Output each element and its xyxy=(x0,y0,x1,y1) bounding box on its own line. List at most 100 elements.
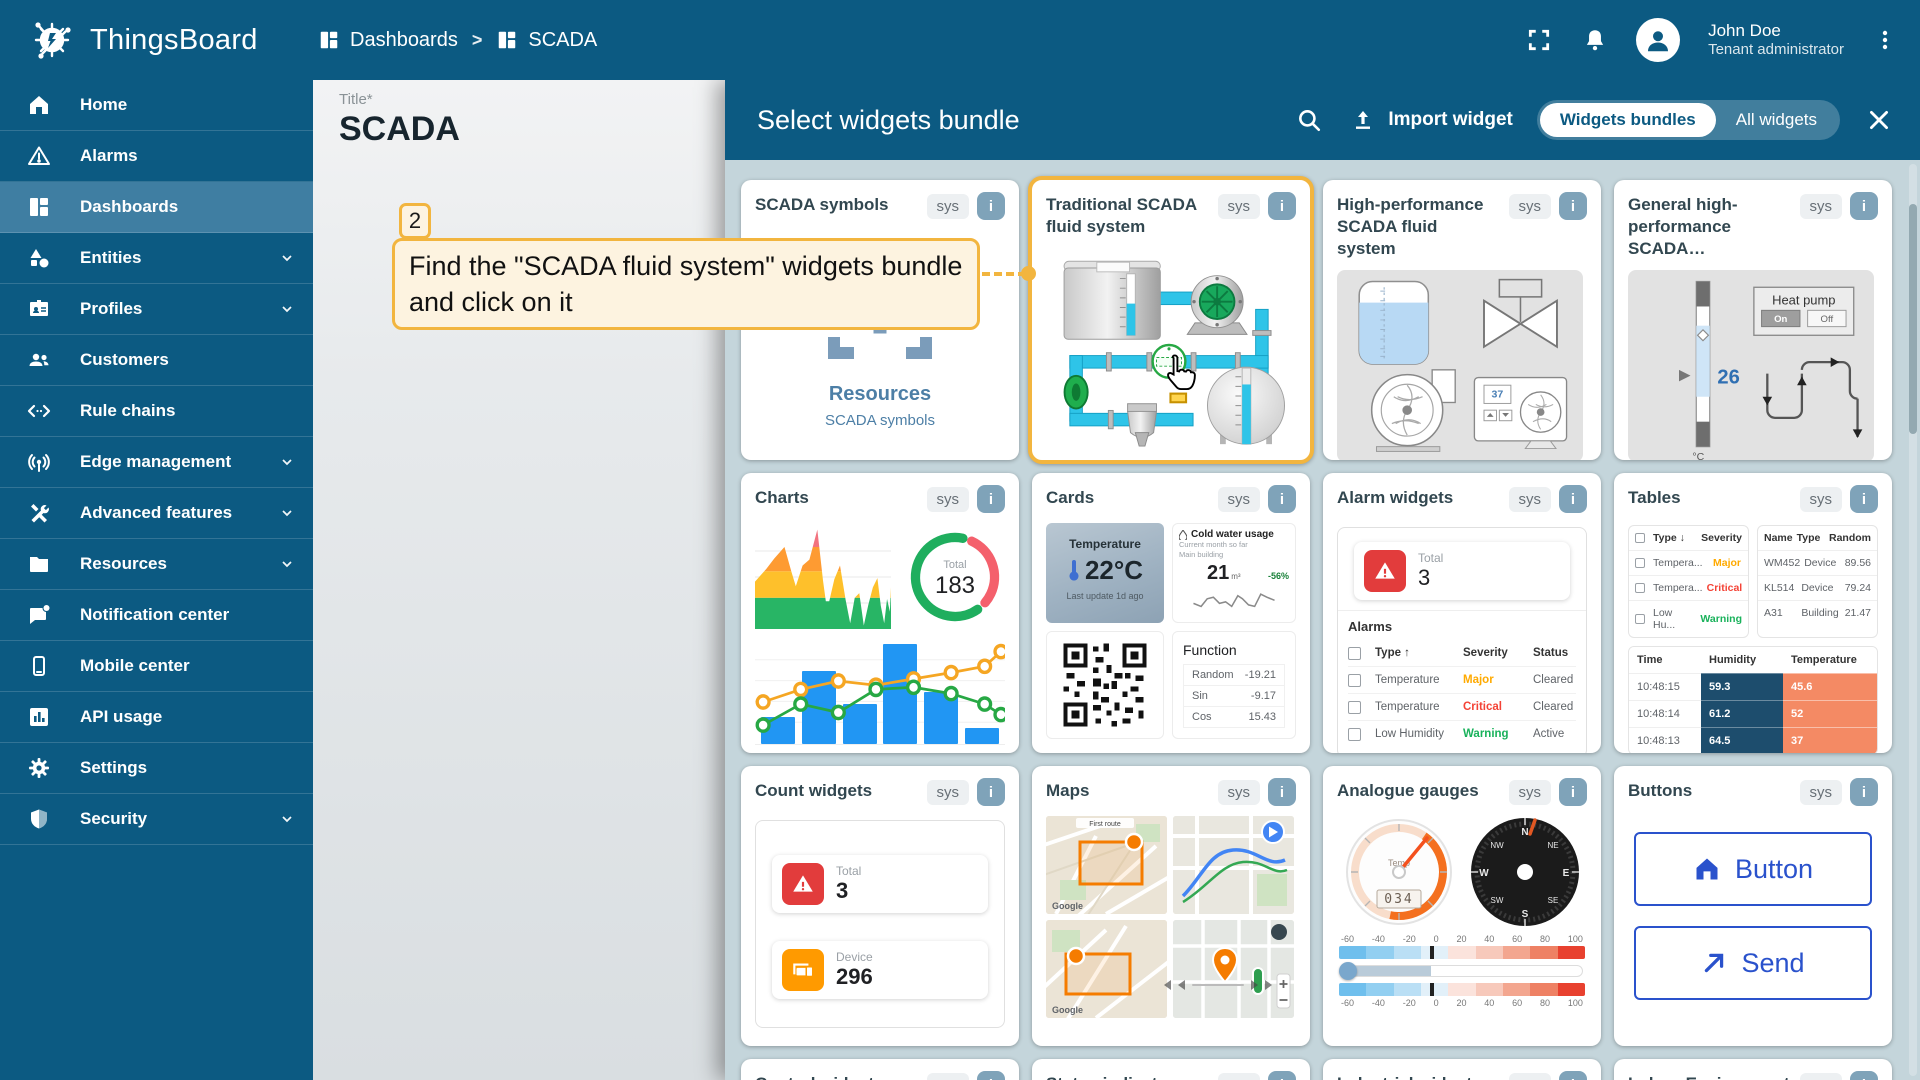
sys-badge: sys xyxy=(927,780,970,805)
sidebar-item-rule-chains[interactable]: Rule chains xyxy=(0,386,313,437)
brand[interactable]: ThingsBoard xyxy=(28,16,318,64)
bundle-title: Maps xyxy=(1046,778,1210,802)
checkbox[interactable] xyxy=(1348,674,1361,687)
bar-line-chart xyxy=(755,639,1005,745)
bundle-card-tables[interactable]: Tables sysi Type ↓Severity Tempera...Maj… xyxy=(1614,473,1892,753)
edge-antenna-icon xyxy=(26,449,52,475)
bundle-title: Alarm widgets xyxy=(1337,485,1501,509)
bundle-card-traditional-scada-fluid-system[interactable]: Traditional SCADA fluid system sysi xyxy=(1028,176,1314,464)
search-icon[interactable] xyxy=(1294,105,1324,135)
info-button[interactable]: i xyxy=(1559,192,1587,220)
checkbox[interactable] xyxy=(1635,614,1645,624)
bundle-title: Control widgets xyxy=(755,1071,919,1080)
bundle-card-maps[interactable]: Maps sysi Firs xyxy=(1032,766,1310,1046)
sidebar-item-api-usage[interactable]: API usage xyxy=(0,692,313,743)
temperature-value: 26 xyxy=(1717,367,1739,389)
linear-gauge: -60-40-20020406080100 xyxy=(1337,934,1587,1008)
info-button[interactable]: i xyxy=(1850,485,1878,513)
bundle-card-analogue-gauges[interactable]: Analogue gauges sysi Temp xyxy=(1323,766,1601,1046)
slider-thumb[interactable] xyxy=(1339,962,1357,980)
info-button[interactable]: i xyxy=(977,485,1005,513)
bundle-card-status-indicators[interactable]: Status indicators sysi xyxy=(1032,1059,1310,1080)
temperature-unit: °C xyxy=(1692,451,1704,460)
trip-slider[interactable] xyxy=(1192,984,1244,986)
info-button[interactable]: i xyxy=(1850,192,1878,220)
sidebar-item-resources[interactable]: Resources xyxy=(0,539,313,590)
google-logo: Google xyxy=(1052,901,1083,911)
info-button[interactable]: i xyxy=(1559,778,1587,806)
info-button[interactable]: i xyxy=(1268,1071,1296,1080)
checkbox[interactable] xyxy=(1348,701,1361,714)
bundle-card-high-performance-scada[interactable]: High-performance SCADA fluid system sysi xyxy=(1323,180,1601,460)
step-forward-icon[interactable] xyxy=(1251,980,1258,990)
sidebar-item-entities[interactable]: Entities xyxy=(0,233,313,284)
bundle-card-indoor-environment[interactable]: Indoor Environment sysi xyxy=(1614,1059,1892,1080)
bundle-card-buttons[interactable]: Buttons sysi Button Send xyxy=(1614,766,1892,1046)
bundle-card-general-high-performance-scada[interactable]: General high-performance SCADA… sysi 26 … xyxy=(1614,180,1892,460)
info-button[interactable]: i xyxy=(1268,778,1296,806)
info-button[interactable]: i xyxy=(1268,485,1296,513)
info-button[interactable]: i xyxy=(1559,1071,1587,1080)
info-button[interactable]: i xyxy=(1559,485,1587,513)
tools-icon xyxy=(26,500,52,526)
bundle-card-charts[interactable]: Charts sysi xyxy=(741,473,1019,753)
notifications-bell-icon[interactable] xyxy=(1580,25,1610,55)
sidebar-item-home[interactable]: Home xyxy=(0,80,313,131)
sidebar-item-notification-center[interactable]: Notification center xyxy=(0,590,313,641)
temperature-card-preview: Temperature 22°C Last update 1d ago xyxy=(1046,523,1164,623)
bundle-title: SCADA symbols xyxy=(755,192,919,216)
folder-icon xyxy=(26,551,52,577)
scrollbar-track[interactable] xyxy=(1909,164,1917,1076)
checkbox[interactable] xyxy=(1348,728,1361,741)
sidebar-item-edge-management[interactable]: Edge management xyxy=(0,437,313,488)
scrollbar-thumb[interactable] xyxy=(1909,204,1917,434)
sparkline xyxy=(1179,585,1289,611)
info-button[interactable]: i xyxy=(977,192,1005,220)
checkbox[interactable] xyxy=(1635,558,1645,568)
bundle-card-industrial-widgets[interactable]: Industrial widgets sysi xyxy=(1323,1059,1601,1080)
bundle-card-control-widgets[interactable]: Control widgets sysi xyxy=(741,1059,1019,1080)
svg-text:NW: NW xyxy=(1490,841,1504,850)
area-chart xyxy=(755,525,891,629)
toggle-all-widgets[interactable]: All widgets xyxy=(1716,103,1837,137)
dashboards-grid-icon xyxy=(26,194,52,220)
bundle-card-alarm-widgets[interactable]: Alarm widgets sysi Total 3 Alarms xyxy=(1323,473,1601,753)
bundle-title: Industrial widgets xyxy=(1337,1071,1501,1080)
donut-value: 183 xyxy=(903,572,1007,600)
sidebar-item-alarms[interactable]: Alarms xyxy=(0,131,313,182)
dashboard-title-value[interactable]: SCADA xyxy=(339,110,460,149)
sidebar-item-customers[interactable]: Customers xyxy=(0,335,313,386)
breadcrumb-dashboards[interactable]: Dashboards xyxy=(318,29,458,52)
sidebar-item-dashboards[interactable]: Dashboards xyxy=(0,182,313,233)
sys-badge: sys xyxy=(1218,1073,1261,1080)
sidebar-item-settings[interactable]: Settings xyxy=(0,743,313,794)
skip-start-icon[interactable] xyxy=(1164,980,1171,990)
sidebar-item-mobile-center[interactable]: Mobile center xyxy=(0,641,313,692)
user-avatar[interactable] xyxy=(1636,18,1680,62)
checkbox[interactable] xyxy=(1635,583,1645,593)
close-icon[interactable] xyxy=(1864,105,1894,135)
sys-badge: sys xyxy=(927,1073,970,1080)
fullscreen-icon[interactable] xyxy=(1524,25,1554,55)
step-back-icon[interactable] xyxy=(1178,980,1185,990)
info-button[interactable]: i xyxy=(1268,192,1296,220)
toggle-widgets-bundles[interactable]: Widgets bundles xyxy=(1540,103,1716,137)
bundle-card-cards[interactable]: Cards sysi Temperature 22°C Last update … xyxy=(1032,473,1310,753)
checkbox[interactable] xyxy=(1348,647,1361,660)
user-info[interactable]: John Doe Tenant administrator xyxy=(1708,20,1844,60)
import-widget-button[interactable]: Import widget xyxy=(1348,105,1513,135)
breadcrumb-scada[interactable]: SCADA xyxy=(496,29,597,52)
info-button[interactable]: i xyxy=(977,1071,1005,1080)
gauge-slider[interactable] xyxy=(1339,961,1585,981)
info-button[interactable]: i xyxy=(1850,778,1878,806)
sidebar-item-profiles[interactable]: Profiles xyxy=(0,284,313,335)
info-button[interactable]: i xyxy=(977,778,1005,806)
bundle-card-count-widgets[interactable]: Count widgets sysi Total 3 xyxy=(741,766,1019,1046)
skip-end-icon[interactable] xyxy=(1265,980,1272,990)
sidebar-item-security[interactable]: Security xyxy=(0,794,313,845)
sys-badge: sys xyxy=(1800,1073,1843,1080)
info-button[interactable]: i xyxy=(1850,1071,1878,1080)
kebab-menu-icon[interactable] xyxy=(1870,25,1900,55)
checkbox[interactable] xyxy=(1635,533,1645,543)
sidebar-item-advanced-features[interactable]: Advanced features xyxy=(0,488,313,539)
